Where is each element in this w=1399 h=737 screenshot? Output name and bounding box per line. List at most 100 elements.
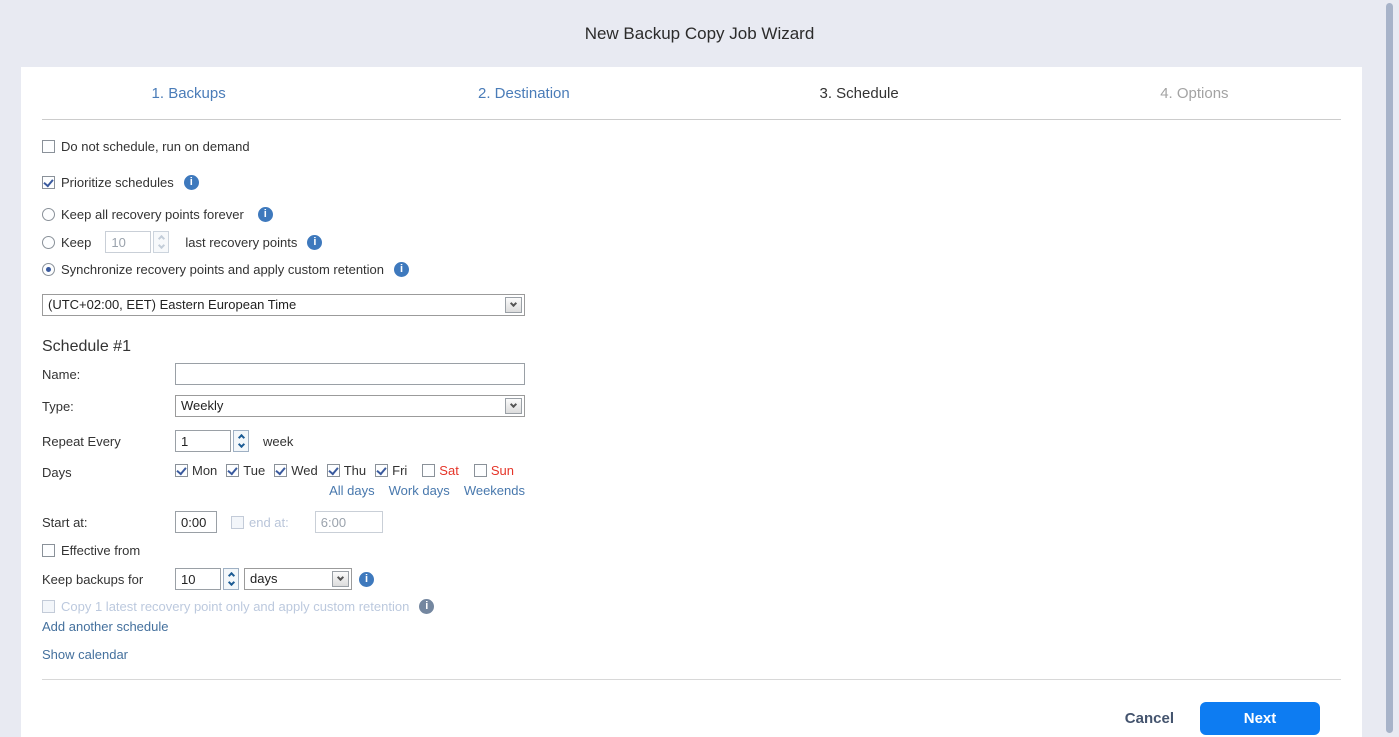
spin-down-icon[interactable] [234,440,248,451]
effective-from-label: Effective from [61,543,141,558]
keep-backups-unit-select[interactable]: days [244,568,352,590]
keep-backups-input[interactable] [175,568,221,590]
name-input[interactable] [175,363,525,385]
day-label: Mon [192,463,218,478]
day-checkbox[interactable] [175,464,188,477]
repeat-spinner[interactable] [175,430,249,452]
keep-backups-spinner[interactable] [175,568,239,590]
spin-down-icon[interactable] [224,578,238,589]
prioritize-checkbox[interactable] [42,176,55,189]
show-calendar-link[interactable]: Show calendar [42,647,128,662]
days-label: Days [42,465,72,480]
chevron-down-icon[interactable] [332,571,349,587]
copy-latest-info-icon[interactable]: i [419,599,435,614]
day-checkbox[interactable] [274,464,288,477]
day-label: Sun [490,463,514,478]
day-checkbox[interactable] [226,464,240,477]
run-on-demand-checkbox[interactable] [42,140,55,153]
end-at-checkbox [231,515,244,529]
day-label: Fri [392,463,408,478]
schedule-step-content: Do not schedule, run on demand Prioritiz… [21,120,1362,735]
repeat-label: Repeat Every [42,433,121,449]
spin-up-icon [154,232,168,243]
schedule-heading: Schedule #1 [42,338,131,355]
type-row: Type: Weekly [42,395,1341,417]
day-wed[interactable]: Wed [274,463,318,478]
synchronize-info-icon[interactable]: i [394,262,410,277]
keep-backups-spin-buttons[interactable] [223,568,239,590]
days-column: Mon Tue Wed Thu Fri Sat Sun All days Work days W… [175,463,525,498]
day-links: All days Work days Weekends [175,483,525,498]
keep-backups-info-icon[interactable]: i [359,571,374,587]
repeat-spin-buttons[interactable] [233,430,249,452]
cancel-button[interactable]: Cancel [1125,710,1174,727]
day-preset-link-weekends[interactable]: Weekends [464,483,525,498]
day-label: Tue [243,463,266,478]
footer: Cancel Next [42,680,1341,735]
tab-destination[interactable]: 2. Destination [356,85,691,102]
copy-latest-row: Copy 1 latest recovery point only and ap… [42,599,1341,614]
timezone-value: (UTC+02:00, EET) Eastern European Time [48,297,297,312]
run-on-demand-row: Do not schedule, run on demand [42,139,1341,154]
day-preset-link-work-days[interactable]: Work days [389,483,450,498]
keep-backups-row: Keep backups for days i [42,568,1341,590]
page-title: New Backup Copy Job Wizard [584,24,815,43]
synchronize-radio[interactable] [42,263,55,276]
days-row: Days Mon Tue Wed Thu Fri Sat Sun All days Work … [42,463,1341,498]
keep-last-radio[interactable] [42,235,55,249]
prioritize-row: Prioritize schedules i [42,175,1341,190]
type-value: Weekly [181,398,224,413]
copy-latest-checkbox [42,600,55,613]
keep-last-suffix: last recovery points [185,234,298,250]
day-tue[interactable]: Tue [226,463,265,478]
name-label: Name: [42,366,81,382]
keep-all-radio[interactable] [42,208,55,221]
keep-last-row: Keep last recovery points i [42,231,1341,253]
keep-backups-label: Keep backups for [42,571,144,587]
repeat-unit-label: week [263,433,294,449]
day-label: Sat [439,463,459,478]
name-row: Name: [42,363,1341,385]
keep-last-spin-buttons [153,231,170,253]
type-select[interactable]: Weekly [175,395,525,417]
effective-from-checkbox[interactable] [42,544,55,557]
tab-schedule[interactable]: 3. Schedule [692,85,1027,102]
chevron-down-icon[interactable] [505,398,522,414]
start-at-input[interactable] [175,511,217,533]
repeat-row: Repeat Every week [42,430,1341,452]
copy-latest-label: Copy 1 latest recovery point only and ap… [61,599,410,614]
chevron-down-icon[interactable] [505,297,522,313]
day-preset-link-all-days[interactable]: All days [329,483,375,498]
day-label: Wed [291,463,318,478]
day-thu[interactable]: Thu [326,463,367,478]
day-checkbox[interactable] [422,464,436,477]
day-checkbox[interactable] [473,464,487,477]
day-sat[interactable]: Sat [422,463,459,478]
next-button[interactable]: Next [1200,702,1320,735]
day-label: Thu [343,463,367,478]
keep-all-label: Keep all recovery points forever [61,207,244,222]
wizard-steps: 1. Backups 2. Destination 3. Schedule 4.… [21,67,1362,119]
prioritize-info-icon[interactable]: i [183,175,199,190]
synchronize-label: Synchronize recovery points and apply cu… [61,262,385,277]
prioritize-label: Prioritize schedules [61,175,174,190]
keep-last-count-input [105,231,152,253]
tab-backups[interactable]: 1. Backups [21,85,356,102]
keep-last-info-icon[interactable]: i [307,234,323,250]
keep-all-info-icon[interactable]: i [257,207,273,222]
start-at-row: Start at: end at: [42,511,1341,533]
run-on-demand-label: Do not schedule, run on demand [61,139,250,154]
synchronize-row: Synchronize recovery points and apply cu… [42,262,1341,277]
keep-all-row: Keep all recovery points forever i [42,207,1341,222]
day-fri[interactable]: Fri [375,463,407,478]
vertical-scrollbar-thumb[interactable] [1386,3,1393,733]
day-checkbox[interactable] [326,464,340,477]
wizard-card: 1. Backups 2. Destination 3. Schedule 4.… [21,67,1362,737]
repeat-input[interactable] [175,430,231,452]
day-sun[interactable]: Sun [473,463,514,478]
timezone-select[interactable]: (UTC+02:00, EET) Eastern European Time [42,294,525,316]
end-at-input [314,511,383,533]
day-mon[interactable]: Mon [175,463,217,478]
add-schedule-link[interactable]: Add another schedule [42,619,168,634]
day-checkbox[interactable] [375,464,389,477]
